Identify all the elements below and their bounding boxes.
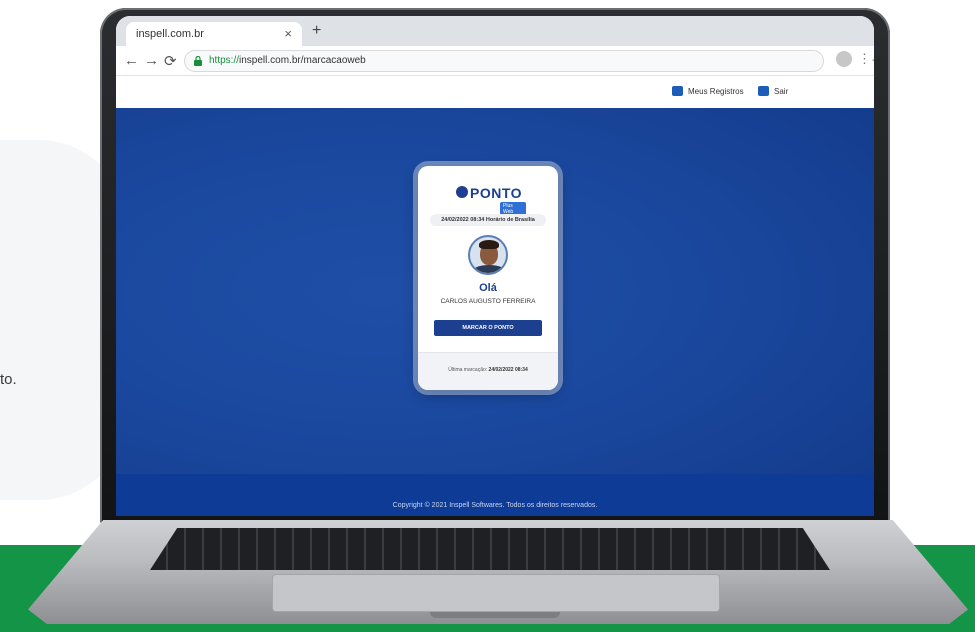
logout-label: Sair (774, 86, 789, 96)
last-mark-label: Última marcação: (448, 367, 488, 373)
logo-mark-icon (456, 186, 468, 198)
url-input[interactable]: https://inspell.com.br/marcacaoweb ☆ (184, 50, 874, 72)
user-name: CARLOS AUGUSTO FERREIRA (440, 298, 536, 305)
mark-time-button[interactable]: MARCAR O PONTO (434, 320, 542, 336)
my-records-label: Meus Registros (688, 86, 744, 96)
close-tab-icon[interactable]: × (284, 26, 292, 41)
clock-in-card: PONTO Plus Web 24/02/2022 08:34 Horário … (418, 166, 558, 390)
browser-address-bar: ← → ⟳ https://inspell.com.br/marcacaoweb… (116, 46, 874, 76)
reload-icon[interactable]: ⟳ (164, 52, 177, 70)
browser-menu-icon[interactable]: ⋮ (858, 51, 871, 67)
my-records-link[interactable]: Meus Registros (672, 86, 744, 96)
logout-link[interactable]: Sair (758, 86, 788, 96)
laptop-keyboard (150, 528, 830, 570)
current-datetime: 24/02/2022 08:34 Horário de Brasília (430, 214, 546, 226)
greeting: Olá (479, 282, 497, 294)
lock-icon (194, 56, 202, 66)
url-path: inspell.com.br/marcacaoweb (239, 55, 366, 66)
last-mark-value: 24/02/2022 08:34 (488, 367, 528, 373)
logo-text: PONTO (470, 185, 523, 201)
records-icon (672, 86, 683, 96)
browser-tab[interactable]: inspell.com.br × (126, 22, 302, 46)
profile-icon[interactable] (836, 51, 852, 67)
back-icon[interactable]: ← (124, 52, 139, 69)
bookmark-star-icon[interactable]: ☆ (871, 53, 874, 70)
url-protocol: https:// (209, 55, 240, 66)
laptop-trackpad (272, 574, 720, 612)
logout-icon (758, 86, 769, 96)
browser-tab-bar: inspell.com.br × + (116, 16, 874, 46)
new-tab-icon[interactable]: + (312, 22, 321, 40)
app-header: Meus Registros Sair (116, 76, 874, 108)
page-edge-text: to. (0, 371, 17, 388)
avatar-hair (479, 240, 499, 249)
avatar (468, 235, 508, 275)
ponto-logo: PONTO Plus Web (456, 184, 526, 216)
laptop-screen: inspell.com.br × + ← → ⟳ https://inspell… (116, 16, 874, 516)
avatar-body (472, 265, 506, 273)
last-mark-info: Última marcação: 24/02/2022 08:34 (418, 367, 558, 373)
tab-title: inspell.com.br (136, 28, 204, 40)
forward-icon[interactable]: → (144, 52, 159, 69)
card-footer: Última marcação: 24/02/2022 08:34 (418, 352, 558, 390)
laptop-notch (430, 612, 560, 618)
copyright-footer: Copyright © 2021 Inspell Softwares. Todo… (392, 502, 598, 509)
